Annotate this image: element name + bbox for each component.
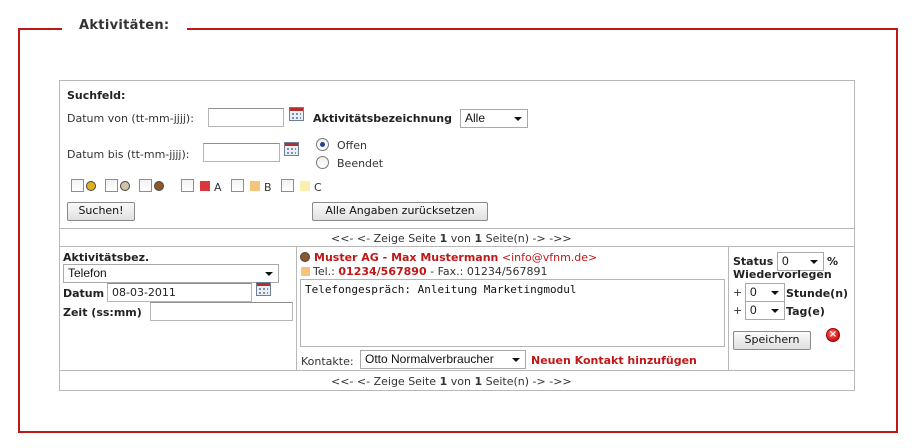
activity-filter-label: Aktivitätsbezeichnung: [313, 112, 452, 125]
frame-border-bottom: [18, 431, 898, 433]
divider: [60, 370, 854, 371]
pager-bottom: <<- <- Zeige Seite 1 von 1 Seite(n) -> -…: [331, 375, 572, 388]
brown-dot-icon: [154, 181, 164, 191]
days-label: Tag(e): [786, 305, 825, 318]
pager-of: von: [450, 375, 471, 388]
hours-label: Stunde(n): [786, 287, 849, 300]
activity-filter-select[interactable]: Alle: [460, 109, 528, 128]
activity-type-select[interactable]: Telefon: [63, 264, 279, 283]
grey-dot-icon: [120, 181, 130, 191]
pager-prev-links[interactable]: <<- <- Zeige Seite: [331, 232, 436, 245]
date-from-label: Datum von (tt-mm-jjjj):: [67, 112, 194, 125]
priority-a-label: A: [214, 181, 222, 194]
pager-next-links[interactable]: Seite(n) -> ->>: [486, 375, 572, 388]
entry-time-input[interactable]: [150, 302, 293, 321]
note-textarea[interactable]: [300, 279, 725, 347]
delete-icon[interactable]: ×: [826, 328, 840, 342]
pager-total-pages: 1: [474, 232, 483, 245]
status-label: Status: [733, 255, 774, 268]
pager-total-pages: 1: [474, 375, 483, 388]
pager-prev-links[interactable]: <<- <- Zeige Seite: [331, 375, 436, 388]
contacts-selected-value: Otto Normalverbraucher: [365, 352, 494, 366]
filter-dot-brown-checkbox[interactable]: [139, 179, 152, 192]
status-open-label: Offen: [337, 139, 367, 152]
chevron-down-icon: [771, 309, 779, 313]
phone-label: Tel.:: [313, 265, 335, 278]
calendar-icon[interactable]: [289, 107, 304, 121]
search-button[interactable]: Suchen!: [67, 202, 135, 221]
status-closed-radio[interactable]: [316, 156, 329, 169]
percent-sign: %: [827, 255, 839, 268]
pager-current-page: 1: [439, 375, 448, 388]
contact-name-link[interactable]: Muster AG - Max Mustermann: [314, 251, 498, 264]
filter-dot-grey-checkbox[interactable]: [105, 179, 118, 192]
entry-date-label: Datum: [63, 287, 105, 300]
chevron-down-icon: [810, 260, 818, 264]
filter-priority-a-checkbox[interactable]: [181, 179, 194, 192]
filter-priority-c-checkbox[interactable]: [281, 179, 294, 192]
divider: [296, 246, 297, 370]
hours-select[interactable]: 0: [745, 283, 785, 302]
section-title: Aktivitäten:: [79, 18, 170, 33]
reset-button[interactable]: Alle Angaben zurücksetzen: [312, 202, 488, 221]
chevron-down-icon: [771, 291, 779, 295]
resubmit-label: Wiedervorlegen: [733, 268, 832, 281]
priority-c-label: C: [314, 181, 322, 194]
days-value: 0: [750, 303, 757, 317]
pager-current-page: 1: [439, 232, 448, 245]
chevron-down-icon: [514, 117, 522, 121]
chevron-down-icon: [265, 272, 273, 276]
priority-b-label: B: [264, 181, 272, 194]
frame-border-top-right: [187, 28, 898, 30]
filter-priority-b-checkbox[interactable]: [231, 179, 244, 192]
pager-of: von: [450, 232, 471, 245]
entry-time-label: Zeit (ss:mm): [63, 306, 142, 319]
date-to-label: Datum bis (tt-mm-jjjj):: [67, 148, 190, 161]
phone-line: Tel.: 01234/567890 - Fax.: 01234/567891: [313, 265, 548, 278]
pager-next-links[interactable]: Seite(n) -> ->>: [486, 232, 572, 245]
chevron-down-icon: [512, 358, 520, 362]
phone-square-icon: [301, 267, 310, 276]
priority-b-square-icon: [250, 181, 260, 191]
add-contact-link[interactable]: Neuen Kontakt hinzufügen: [531, 354, 697, 367]
search-title: Suchfeld:: [67, 89, 126, 102]
plus-sign: +: [733, 286, 743, 299]
activity-type-label: Aktivitätsbez.: [63, 251, 150, 264]
activity-filter-value: Alle: [465, 111, 486, 125]
filter-dot-yellow-checkbox[interactable]: [71, 179, 84, 192]
contact-line: Muster AG - Max Mustermann <info@vfnm.de…: [314, 251, 597, 264]
date-from-input[interactable]: [208, 108, 284, 127]
frame-border-left: [18, 28, 20, 433]
calendar-icon[interactable]: [284, 142, 299, 156]
status-percent-value: 0: [782, 254, 789, 268]
status-open-radio[interactable]: [316, 138, 329, 151]
priority-a-square-icon: [200, 181, 210, 191]
contacts-select[interactable]: Otto Normalverbraucher: [360, 350, 526, 369]
hours-value: 0: [750, 285, 757, 299]
date-to-input[interactable]: [203, 143, 280, 162]
frame-border-top-left: [18, 28, 62, 30]
calendar-icon[interactable]: [256, 282, 271, 296]
plus-sign: +: [733, 304, 743, 317]
pager-top: <<- <- Zeige Seite 1 von 1 Seite(n) -> -…: [331, 232, 572, 245]
activity-type-value: Telefon: [68, 266, 107, 280]
divider: [60, 246, 854, 247]
fax-text: - Fax.: 01234/567891: [430, 265, 548, 278]
frame-border-right: [896, 28, 898, 433]
contact-email-link[interactable]: <info@vfnm.de>: [502, 251, 597, 264]
divider: [60, 228, 854, 229]
status-dot-icon: [300, 252, 310, 262]
contacts-label: Kontakte:: [301, 355, 354, 368]
entry-date-input[interactable]: [107, 283, 252, 302]
status-closed-label: Beendet: [337, 157, 384, 170]
phone-value: 01234/567890: [338, 265, 427, 278]
save-button[interactable]: Speichern: [733, 331, 811, 350]
priority-c-square-icon: [300, 181, 310, 191]
yellow-dot-icon: [86, 181, 96, 191]
days-select[interactable]: 0: [745, 301, 785, 320]
divider: [728, 246, 729, 370]
